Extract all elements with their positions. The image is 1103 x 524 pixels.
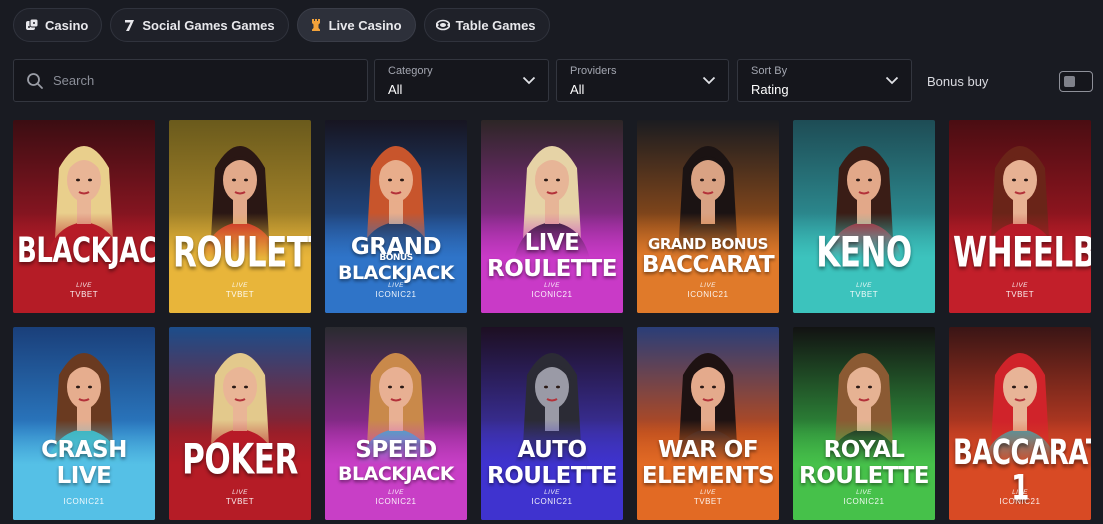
provider-label: ICONIC21 (63, 497, 105, 506)
game-title-line2: ROULETTE (799, 463, 929, 489)
game-grid: BLACKJACKLIVETVBETROULETTELIVETVBETGRAND… (13, 120, 1091, 520)
sort-value: Rating (751, 82, 789, 97)
game-card[interactable]: ROYAL ROULETTE LIVE ICONIC21 (793, 327, 935, 520)
provider-label: TVBET (69, 290, 99, 299)
game-title-line2: BLACKJACK (338, 262, 454, 284)
game-title-line2: LIVE (56, 463, 112, 489)
provider-label: TVBET (849, 290, 879, 299)
live-label: LIVE (700, 489, 716, 496)
live-label: LIVE (700, 282, 716, 289)
providers-dropdown[interactable]: Providers All (556, 59, 729, 102)
sort-dropdown[interactable]: Sort By Rating (737, 59, 912, 102)
chess-rook-icon (311, 19, 320, 31)
game-card[interactable]: CRASH LIVE ICONIC21 (13, 327, 155, 520)
game-title: ROULETTE (173, 228, 311, 278)
provider-label: ICONIC21 (531, 290, 573, 299)
providers-value: All (570, 82, 585, 97)
game-card[interactable]: WAR OF ELEMENTS LIVE TVBET (637, 327, 779, 520)
game-title: KENO (816, 228, 912, 278)
game-title: CRASH (41, 437, 127, 463)
game-title-line2: ROULETTE (487, 256, 617, 282)
game-title: AUTO (517, 437, 587, 463)
bonus-buy-toggle[interactable] (1059, 71, 1093, 92)
game-title-line2: ELEMENTS (641, 463, 775, 489)
tab-label: Social Games Games (142, 17, 275, 33)
live-label: LIVE (544, 489, 560, 496)
game-card[interactable]: WHEELBET LIVETVBET (949, 120, 1091, 313)
game-title: WAR OF (657, 437, 759, 463)
provider-label: ICONIC21 (375, 290, 417, 299)
provider-label: TVBET (225, 497, 255, 506)
game-card[interactable]: BLACKJACK LIVETVBET (13, 120, 155, 313)
tab-table-games[interactable]: Table Games (423, 8, 550, 42)
dice-icon (26, 18, 39, 30)
game-card[interactable]: ROULETTE LIVETVBET (169, 120, 311, 313)
seven-icon (125, 20, 135, 31)
chevron-down-icon (885, 76, 899, 85)
game-card[interactable]: GRAND BONUS BLACKJACK LIVE ICONIC21 (325, 120, 467, 313)
filter-bar: Category All Providers All Sort By Ratin… (13, 59, 1093, 102)
provider-label: ICONIC21 (531, 497, 573, 506)
game-card[interactable]: BACCARAT 1 LIVE ICONIC21 (949, 327, 1091, 520)
live-label: LIVE (856, 282, 872, 289)
live-label: LIVE (1012, 282, 1028, 289)
provider-label: ICONIC21 (999, 497, 1041, 506)
game-title: GRAND BONUS (648, 235, 768, 253)
live-label: LIVE (388, 282, 404, 289)
game-title: BLACKJACK (17, 230, 155, 272)
game-card[interactable]: SPEED BLACKJACK LIVE ICONIC21 (325, 327, 467, 520)
search-icon (27, 72, 43, 89)
game-title: SPEED (355, 437, 437, 463)
providers-label: Providers (570, 65, 617, 77)
category-label: Category (388, 65, 433, 77)
category-value: All (388, 82, 403, 97)
tab-label: Live Casino (328, 17, 402, 33)
provider-label: ICONIC21 (687, 290, 729, 299)
tab-live-casino[interactable]: Live Casino (296, 8, 416, 42)
search-input[interactable] (53, 73, 343, 88)
tab-label: Table Games (455, 17, 536, 33)
provider-label: TVBET (225, 290, 255, 299)
provider-label: ICONIC21 (375, 497, 417, 506)
game-title: LIVE (524, 230, 580, 256)
game-card[interactable]: KENO LIVE TVBET (793, 120, 935, 313)
toggle-knob (1064, 76, 1075, 87)
category-tabs: Casino Social Games Games Live Casino Ta… (13, 8, 550, 42)
game-card[interactable]: POKER LIVE TVBET (169, 327, 311, 520)
game-card[interactable]: LIVE ROULETTE LIVE ICONIC21 (481, 120, 623, 313)
live-label: LIVE (232, 282, 248, 289)
live-label: LIVE (76, 282, 92, 289)
tab-label: Casino (45, 17, 89, 33)
live-label: LIVE (232, 489, 248, 496)
chip-icon (435, 19, 450, 31)
game-card[interactable]: AUTO ROULETTE LIVE ICONIC21 (481, 327, 623, 520)
live-label: LIVE (544, 282, 560, 289)
provider-label: ICONIC21 (843, 497, 885, 506)
game-title: POKER (182, 435, 298, 485)
game-title-line2: ROULETTE (487, 463, 617, 489)
bonus-buy-label: Bonus buy (927, 74, 989, 89)
tab-casino[interactable]: Casino (13, 8, 103, 42)
game-title-line2: BACCARAT (641, 252, 775, 278)
game-title: WHEELBET (953, 228, 1091, 278)
provider-label: TVBET (693, 497, 723, 506)
tab-social-games[interactable]: Social Games Games (110, 8, 289, 42)
live-label: LIVE (388, 489, 404, 496)
provider-label: TVBET (1005, 290, 1035, 299)
live-label: LIVE (856, 489, 872, 496)
category-dropdown[interactable]: Category All (374, 59, 549, 102)
game-title-line2: BLACKJACK (338, 463, 454, 485)
game-card[interactable]: GRAND BONUS BACCARAT LIVE ICONIC21 (637, 120, 779, 313)
sort-label: Sort By (751, 65, 788, 77)
live-label: LIVE (1012, 489, 1028, 496)
game-title: ROYAL (823, 437, 905, 463)
chevron-down-icon (702, 76, 716, 85)
chevron-down-icon (522, 76, 536, 85)
search-box[interactable] (13, 59, 368, 102)
